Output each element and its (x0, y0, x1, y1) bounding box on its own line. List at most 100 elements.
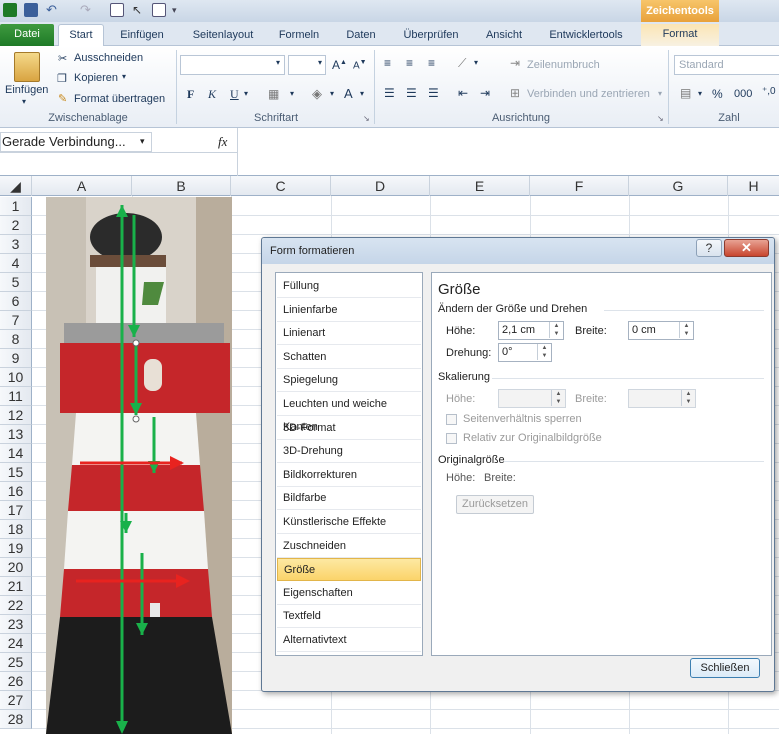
merge-dropdown-icon[interactable]: ▾ (658, 89, 662, 98)
close-dialog-button[interactable]: Schließen (690, 658, 760, 678)
font-size-dropdown-icon[interactable]: ▾ (318, 58, 322, 67)
new-document-icon[interactable] (152, 3, 166, 17)
category-item[interactable]: Textfeld (277, 605, 421, 629)
category-item[interactable]: 3D-Format (277, 417, 421, 440)
orientation-icon[interactable]: ⟋ (458, 56, 466, 71)
align-middle-icon[interactable]: ≡ (406, 56, 413, 70)
paste-button[interactable]: Einfügen (5, 84, 48, 96)
row-header[interactable]: 25 (0, 653, 32, 672)
column-header[interactable]: F (530, 176, 629, 196)
column-header[interactable]: B (132, 176, 231, 196)
spin-down-icon[interactable]: ▼ (551, 398, 565, 406)
select-pointer-icon[interactable]: ↖ (132, 3, 146, 17)
height-input[interactable]: 2,1 cm ▲ ▼ (498, 321, 564, 340)
row-header[interactable]: 10 (0, 368, 32, 387)
category-item[interactable]: Alternativtext (277, 629, 421, 652)
tab-einfuegen[interactable]: Einfügen (112, 26, 172, 46)
undo-icon[interactable]: ↶ (46, 3, 60, 17)
category-item[interactable]: Zuschneiden (277, 535, 421, 558)
name-box[interactable]: Gerade Verbindung... (0, 132, 152, 152)
row-header[interactable]: 26 (0, 672, 32, 691)
increase-decimal-icon[interactable]: ⁺,0 (762, 86, 776, 97)
row-header[interactable]: 11 (0, 387, 32, 406)
decrease-indent-icon[interactable]: ⇤ (458, 86, 468, 100)
row-header[interactable]: 1 (0, 197, 32, 216)
save-icon[interactable] (24, 3, 38, 17)
category-item[interactable]: Leuchten und weiche Kanten (277, 393, 421, 433)
percent-button[interactable]: % (712, 87, 723, 101)
fill-color-icon[interactable]: ◈ (312, 86, 322, 102)
spin-up-icon[interactable]: ▲ (679, 322, 693, 330)
orientation-dropdown-icon[interactable]: ▾ (474, 58, 478, 67)
tab-ansicht[interactable]: Ansicht (478, 26, 530, 46)
category-item[interactable]: Größe (277, 558, 421, 582)
bold-button[interactable]: F (187, 87, 194, 102)
reset-button[interactable]: Zurücksetzen (456, 495, 534, 514)
column-header[interactable]: G (629, 176, 728, 196)
tab-datei[interactable]: Datei (0, 24, 54, 46)
spin-up-icon[interactable]: ▲ (537, 344, 551, 352)
row-header[interactable]: 21 (0, 577, 32, 596)
row-header[interactable]: 12 (0, 406, 32, 425)
font-dialog-launcher-icon[interactable]: ↘ (363, 114, 370, 123)
borders-icon[interactable]: ▦ (268, 87, 279, 101)
row-header[interactable]: 20 (0, 558, 32, 577)
help-button[interactable]: ? (696, 239, 722, 257)
category-item[interactable]: Bildfarbe (277, 487, 421, 511)
customize-qat-icon[interactable]: ▾ (172, 3, 186, 17)
row-header[interactable]: 23 (0, 615, 32, 634)
row-header[interactable]: 24 (0, 634, 32, 653)
tab-formeln[interactable]: Formeln (272, 26, 326, 46)
font-color-icon[interactable]: A (344, 86, 353, 101)
tab-entwicklertools[interactable]: Entwicklertools (540, 26, 632, 46)
increase-indent-icon[interactable]: ⇥ (480, 86, 490, 100)
spin-down-icon[interactable]: ▼ (549, 330, 563, 338)
spin-up-icon[interactable]: ▲ (549, 322, 563, 330)
spin-down-icon[interactable]: ▼ (681, 398, 695, 406)
font-color-dropdown-icon[interactable]: ▾ (360, 89, 364, 98)
row-header[interactable]: 14 (0, 444, 32, 463)
copy-dropdown-icon[interactable]: ▾ (122, 72, 126, 81)
font-name-select[interactable] (180, 55, 285, 75)
lighthouse-picture[interactable] (46, 197, 232, 734)
width-input[interactable]: 0 cm ▲ ▼ (628, 321, 694, 340)
scale-width-input[interactable]: ▲ ▼ (628, 389, 696, 408)
underline-dropdown-icon[interactable]: ▾ (244, 89, 248, 98)
category-item[interactable]: Künstlerische Effekte (277, 511, 421, 534)
row-header[interactable]: 6 (0, 292, 32, 311)
row-header[interactable]: 27 (0, 691, 32, 710)
category-item[interactable]: Linienart (277, 322, 421, 346)
category-item[interactable]: Linienfarbe (277, 299, 421, 322)
rotation-input[interactable]: 0° ▲ ▼ (498, 343, 552, 362)
category-item[interactable]: 3D-Drehung (277, 440, 421, 464)
category-item[interactable]: Eigenschaften (277, 582, 421, 605)
redo-icon[interactable]: ↷ (80, 3, 94, 17)
format-painter-button[interactable]: Format übertragen (74, 93, 165, 105)
align-bottom-icon[interactable]: ≡ (428, 56, 435, 70)
number-format-select[interactable]: Standard (674, 55, 779, 75)
tab-seitenlayout[interactable]: Seitenlayout (186, 26, 260, 46)
lock-aspect-checkbox[interactable] (446, 414, 457, 425)
name-box-dropdown-icon[interactable]: ▾ (140, 136, 145, 147)
thousands-separator-button[interactable]: 000 (734, 88, 752, 100)
paste-dropdown-icon[interactable]: ▾ (22, 97, 26, 106)
tab-ueberpruefen[interactable]: Überprüfen (394, 26, 468, 46)
wrap-text-button[interactable]: Zeilenumbruch (527, 59, 600, 71)
selection-handle[interactable] (132, 415, 140, 423)
row-header[interactable]: 7 (0, 311, 32, 330)
spin-down-icon[interactable]: ▼ (679, 330, 693, 338)
column-header[interactable]: E (430, 176, 530, 196)
row-header[interactable]: 28 (0, 710, 32, 729)
underline-button[interactable]: U (230, 87, 239, 102)
column-header[interactable]: H (728, 176, 779, 196)
scale-height-input[interactable]: ▲ ▼ (498, 389, 566, 408)
print-preview-icon[interactable] (110, 3, 124, 17)
select-all-corner[interactable]: ◢ (0, 176, 32, 196)
row-header[interactable]: 5 (0, 273, 32, 292)
currency-icon[interactable]: ▤ (680, 86, 691, 100)
insert-function-button[interactable]: fx (218, 134, 227, 150)
category-item[interactable]: Schatten (277, 346, 421, 369)
fill-color-dropdown-icon[interactable]: ▾ (330, 89, 334, 98)
row-header[interactable]: 2 (0, 216, 32, 235)
row-header[interactable]: 19 (0, 539, 32, 558)
